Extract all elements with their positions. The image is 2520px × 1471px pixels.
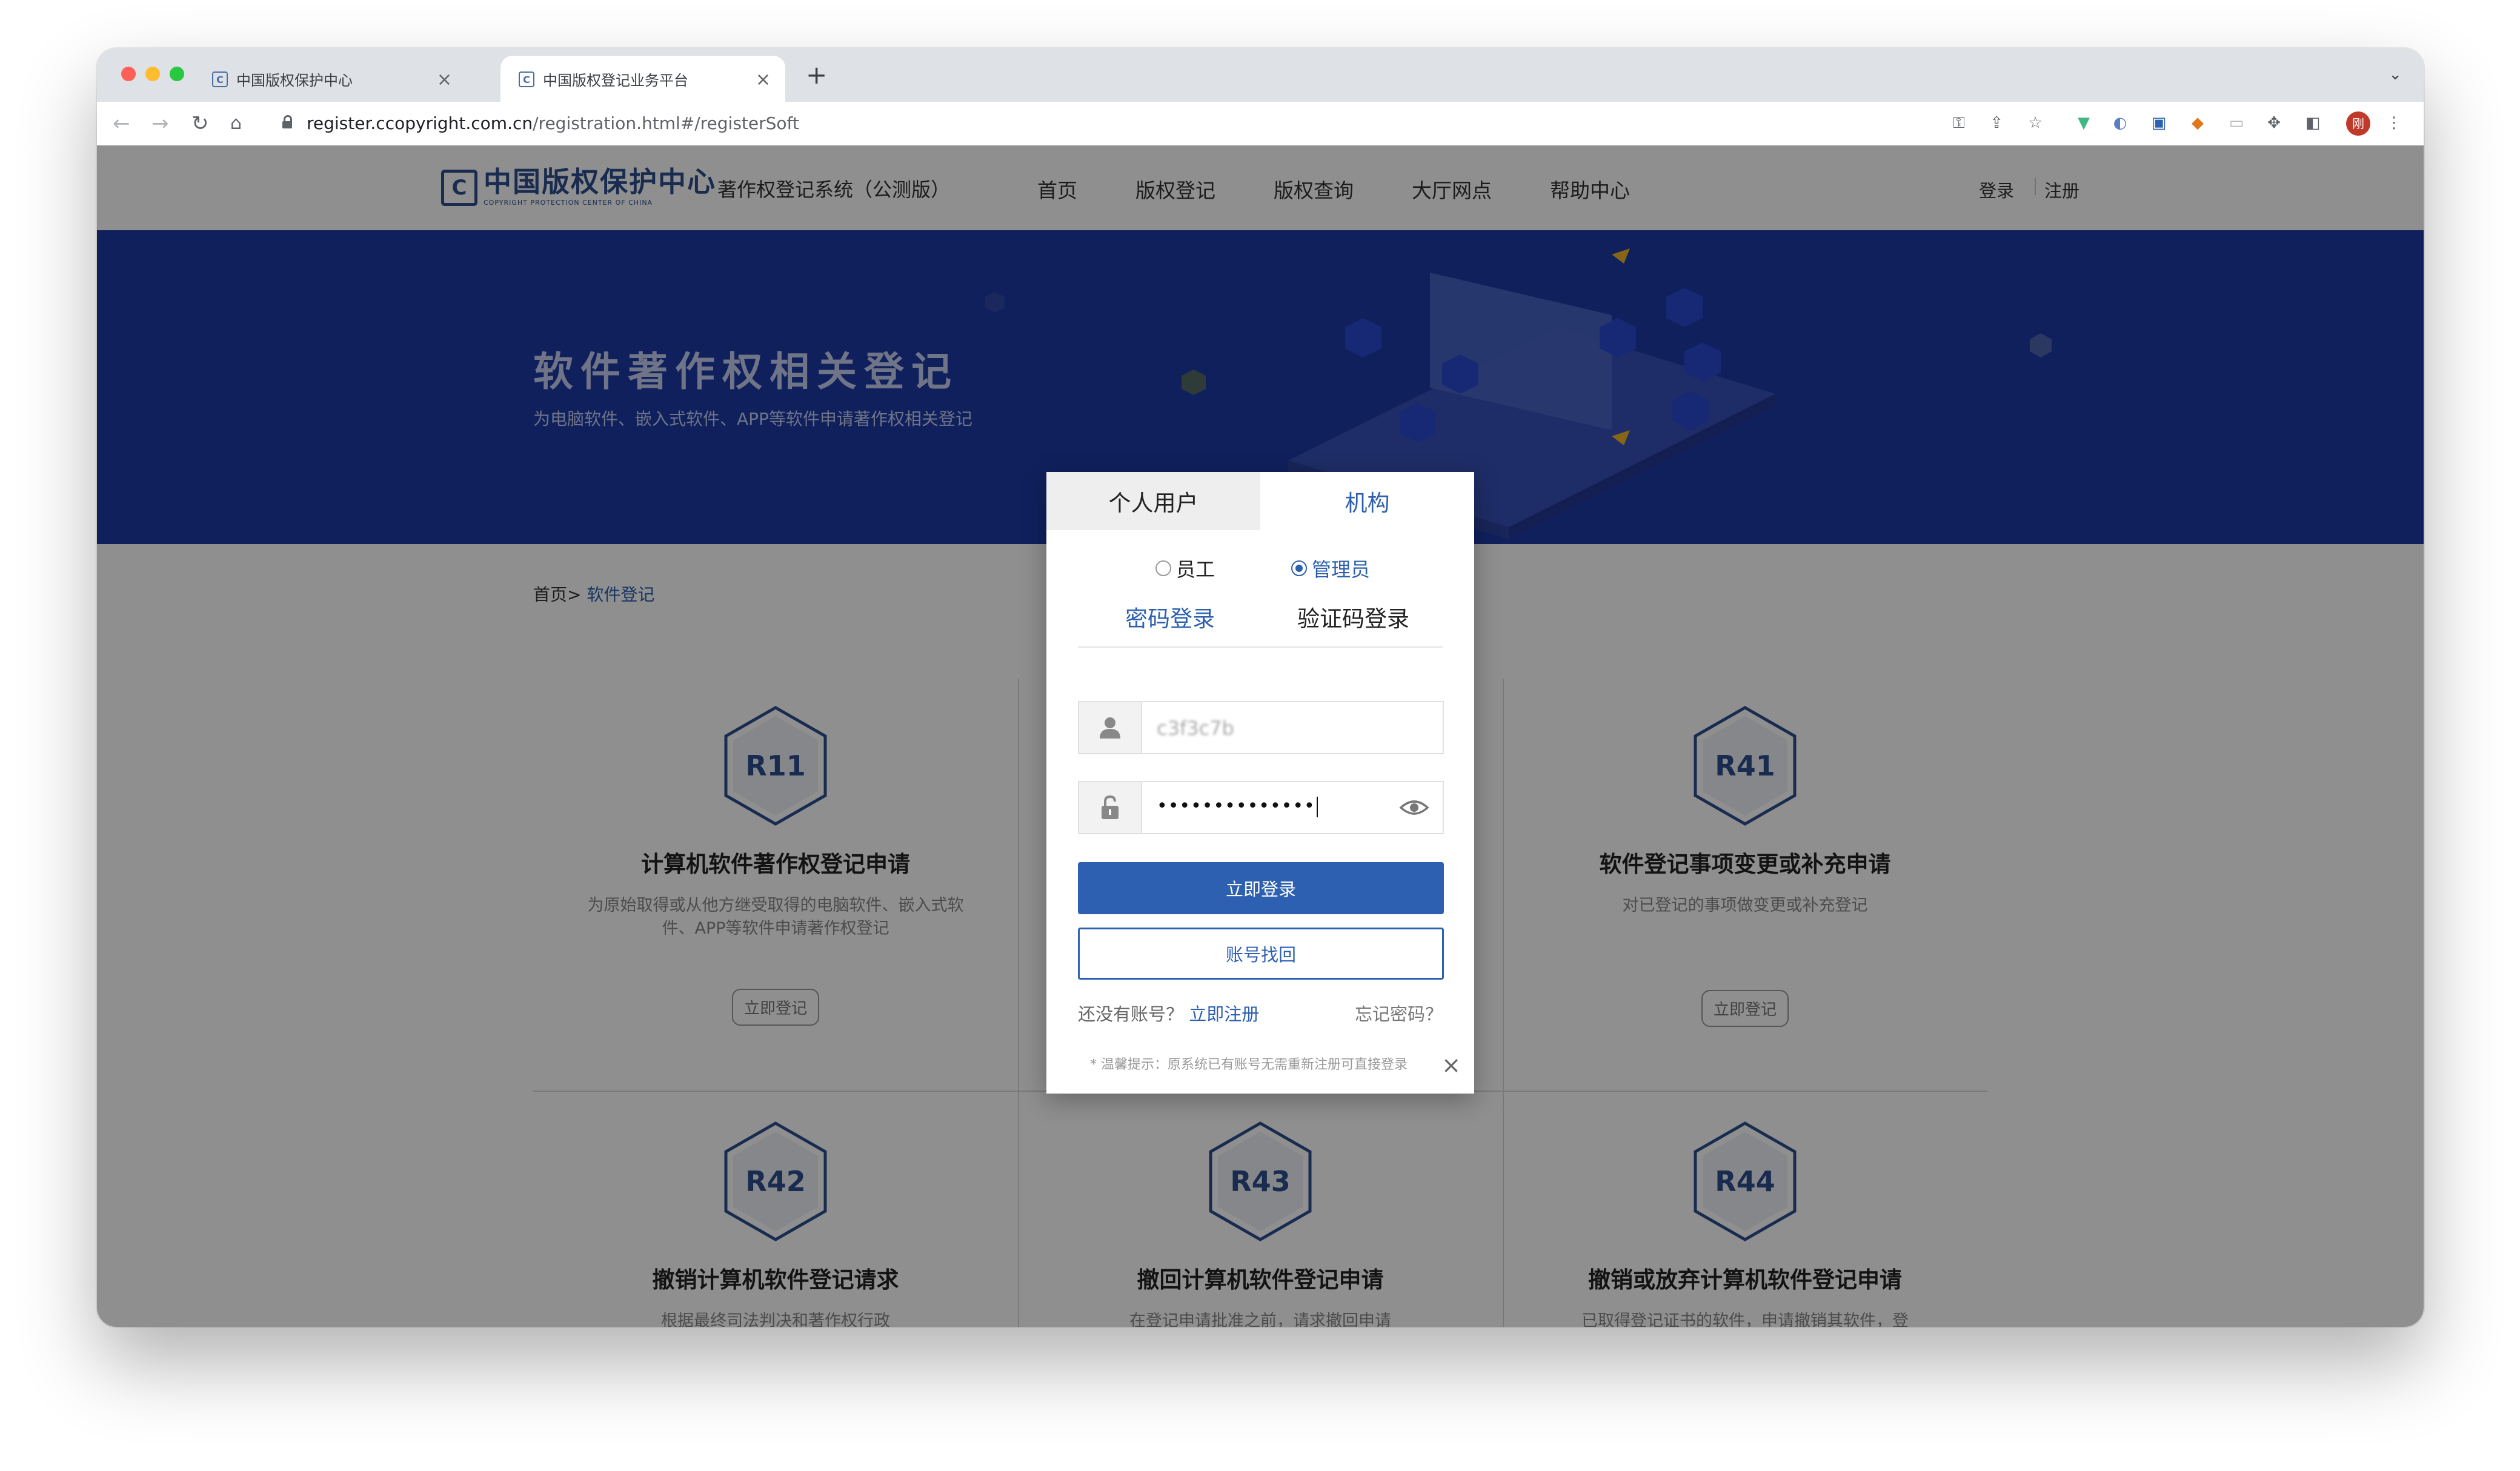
page-viewport: C 中国版权保护中心 COPYRIGHT PROTECTION CENTER O… — [97, 145, 2424, 1327]
tab-search-chevron-icon[interactable]: ⌄ — [2389, 65, 2402, 84]
no-account-row: 还没有账号？ 立即注册 — [1078, 1000, 1259, 1026]
tab-password-login[interactable]: 密码登录 — [1125, 600, 1215, 633]
account-recovery-button[interactable]: 账号找回 — [1078, 928, 1444, 980]
user-type-tabs: 个人用户 机构 — [1046, 472, 1474, 530]
radio-admin[interactable]: 管理员 — [1291, 554, 1370, 582]
lock-icon[interactable] — [282, 115, 292, 128]
forward-arrow-icon[interactable]: → — [151, 110, 169, 137]
reload-icon[interactable]: ↻ — [191, 110, 209, 137]
no-account-text: 还没有账号？ — [1078, 1004, 1184, 1024]
browser-window: C 中国版权保护中心 × C 中国版权登记业务平台 × + ⌄ ← → ↻ ⌂ … — [97, 48, 2424, 1327]
password-value: •••••••••••••• — [1157, 795, 1318, 817]
address-bar[interactable]: register.ccopyright.com.cn/registration.… — [307, 113, 799, 134]
username-field[interactable]: c3f3c7b — [1078, 701, 1444, 754]
login-modal: 个人用户 机构 员工 管理员 密码登录 验证码登录 c3f3c7b ••••••… — [1046, 472, 1474, 1094]
tab-code-login[interactable]: 验证码登录 — [1297, 600, 1409, 633]
browser-tabstrip: C 中国版权保护中心 × C 中国版权登记业务平台 × + ⌄ — [97, 48, 2424, 102]
back-arrow-icon[interactable]: ← — [113, 110, 130, 137]
radio-label: 管理员 — [1312, 558, 1371, 581]
radio-label: 员工 — [1176, 558, 1215, 581]
minimize-window-button[interactable] — [145, 67, 160, 81]
extension-circle-icon[interactable]: ◐ — [2110, 113, 2130, 133]
profile-avatar[interactable]: 刚 — [2346, 111, 2370, 136]
close-modal-icon[interactable]: × — [1441, 1054, 1461, 1077]
side-panel-icon[interactable]: ◧ — [2302, 113, 2323, 133]
url-path: /registration.html#/registerSoft — [533, 113, 799, 133]
share-icon[interactable]: ⇪ — [1986, 113, 2007, 133]
close-tab-icon[interactable]: × — [756, 69, 771, 90]
show-password-eye-icon[interactable] — [1399, 795, 1429, 820]
key-icon[interactable]: ⚿ — [1949, 113, 1969, 133]
browser-menu-icon[interactable]: ⋮ — [2384, 113, 2404, 133]
screen-capture-extension-icon[interactable]: ▣ — [2149, 113, 2169, 133]
login-tip: * 温馨提示：原系统已有账号无需重新注册可直接登录 — [1090, 1057, 1408, 1072]
radio-checked-icon — [1291, 560, 1307, 576]
bookmark-star-icon[interactable]: ☆ — [2025, 113, 2046, 133]
new-tab-icon[interactable]: + — [806, 62, 827, 88]
register-now-link[interactable]: 立即注册 — [1189, 1004, 1259, 1024]
browser-tab-registration-platform[interactable]: C 中国版权登记业务平台 × — [500, 56, 785, 102]
site-favicon-icon: C — [519, 71, 534, 87]
radio-employee[interactable]: 员工 — [1155, 554, 1215, 582]
extensions-puzzle-icon[interactable]: ✥ — [2264, 113, 2284, 133]
password-dots: •••••••••••••• — [1157, 795, 1315, 817]
browser-toolbar: ← → ↻ ⌂ register.ccopyright.com.cn/regis… — [97, 102, 2424, 146]
close-tab-icon[interactable]: × — [437, 69, 452, 90]
reader-extension-icon[interactable]: ▭ — [2226, 113, 2247, 133]
forgot-password-link[interactable]: 忘记密码？ — [1355, 1000, 1443, 1026]
user-icon — [1079, 702, 1142, 753]
tab-title: 中国版权登记业务平台 — [543, 71, 688, 89]
login-now-button[interactable]: 立即登录 — [1078, 862, 1444, 914]
zoom-window-button[interactable] — [170, 67, 184, 81]
home-icon[interactable]: ⌂ — [230, 110, 242, 137]
radio-unchecked-icon — [1155, 560, 1171, 576]
unlock-icon — [1079, 782, 1142, 833]
tab-organization[interactable]: 机构 — [1260, 472, 1474, 530]
metamask-extension-icon[interactable]: ◆ — [2187, 113, 2208, 133]
vue-extension-icon[interactable]: ▼ — [2073, 113, 2094, 133]
text-cursor — [1316, 796, 1318, 817]
login-mode-divider — [1078, 646, 1443, 648]
browser-tab-copyright-center[interactable]: C 中国版权保护中心 × — [194, 56, 467, 102]
close-window-button[interactable] — [121, 67, 136, 81]
username-value: c3f3c7b — [1157, 717, 1234, 740]
url-host: register.ccopyright.com.cn — [307, 113, 533, 133]
tab-title: 中国版权保护中心 — [236, 71, 353, 89]
password-field[interactable]: •••••••••••••• — [1078, 781, 1444, 834]
tab-personal-user[interactable]: 个人用户 — [1046, 472, 1260, 530]
site-favicon-icon: C — [212, 71, 228, 87]
